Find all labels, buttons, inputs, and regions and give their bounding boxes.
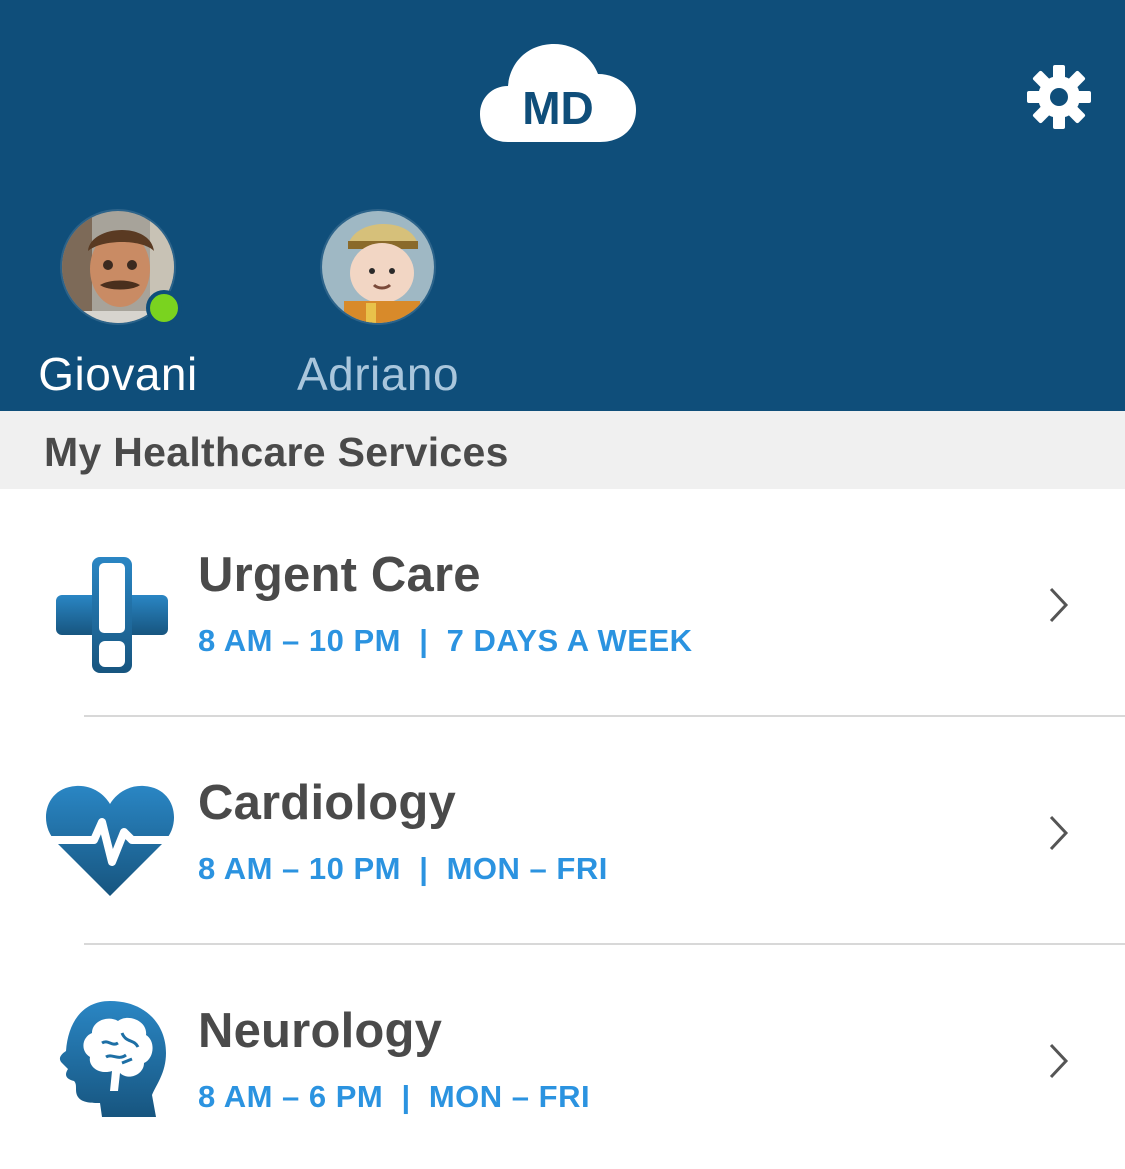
chevron-right-icon bbox=[1049, 587, 1069, 623]
profile-name: Giovani bbox=[38, 348, 198, 400]
service-row-cardiology[interactable]: Cardiology 8 AM – 10 PM | MON – FRI bbox=[0, 717, 1125, 945]
service-row-urgent-care[interactable]: Urgent Care 8 AM – 10 PM | 7 DAYS A WEEK bbox=[0, 489, 1125, 717]
section-header: My Healthcare Services bbox=[0, 411, 1125, 489]
service-hours: 8 AM – 10 PM | MON – FRI bbox=[198, 851, 608, 886]
chevron-right-icon bbox=[1049, 815, 1069, 851]
service-row-neurology[interactable]: Neurology 8 AM – 6 PM | MON – FRI bbox=[0, 945, 1125, 1169]
service-hours: 8 AM – 10 PM | 7 DAYS A WEEK bbox=[198, 623, 693, 658]
service-title: Urgent Care bbox=[198, 548, 481, 602]
avatar-adriano bbox=[320, 209, 436, 325]
profile-adriano[interactable]: Adriano bbox=[290, 209, 466, 401]
service-hours: 8 AM – 6 PM | MON – FRI bbox=[198, 1079, 591, 1114]
section-title: My Healthcare Services bbox=[44, 429, 509, 475]
brain-head-icon bbox=[59, 1001, 167, 1117]
logo-text: MD bbox=[522, 82, 594, 134]
profile-name: Adriano bbox=[296, 348, 460, 400]
app-header: MD Giovani Adriano bbox=[0, 0, 1125, 411]
cloud-md-logo: MD bbox=[480, 44, 636, 142]
online-status-badge bbox=[146, 290, 182, 326]
service-title: Neurology bbox=[198, 1004, 443, 1058]
gear-icon[interactable] bbox=[1026, 64, 1092, 130]
medical-cross-icon bbox=[56, 557, 168, 673]
service-title: Cardiology bbox=[198, 776, 456, 830]
heart-pulse-icon bbox=[42, 785, 178, 896]
chevron-right-icon bbox=[1049, 1043, 1069, 1079]
